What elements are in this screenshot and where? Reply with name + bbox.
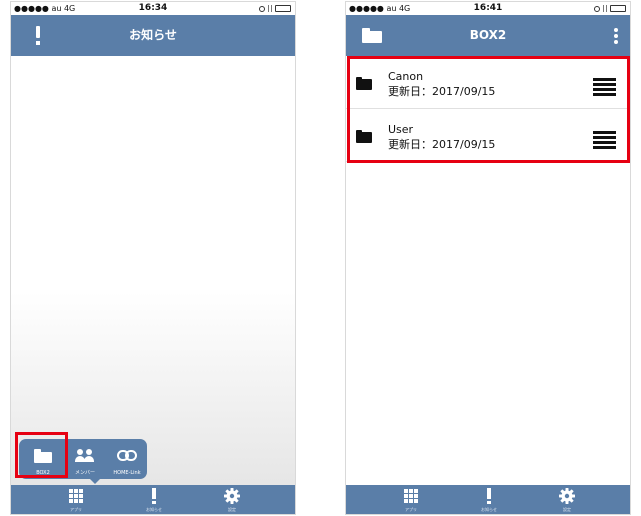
right-phone-screen: ●●●●● au 4G 16:41 BOX2 Canon 更新日：2017/09… [345,1,631,515]
file-list: Canon 更新日：2017/09/15 User 更新日：2017/09/15 [346,56,630,162]
file-updated-date: 更新日：2017/09/15 [388,138,496,151]
popup-item-label: HOME-Link [113,470,141,476]
list-item[interactable]: User 更新日：2017/09/15 [346,109,630,162]
exclamation-icon [149,488,159,504]
status-time: 16:34 [138,3,168,13]
popup-item-members[interactable]: メンバー [65,439,105,479]
tab-bar: アプリ お知らせ 設定 [346,485,630,514]
tab-label: お知らせ [481,507,497,512]
battery-icon [275,5,291,12]
file-name: Canon [388,70,424,83]
notification-content [11,56,295,485]
popup-item-box2[interactable]: BOX2 [23,439,63,479]
popup-item-home-link[interactable]: HOME-Link [107,439,147,479]
header-bar: BOX2 [346,15,630,56]
folder-icon [34,449,52,463]
tab-settings[interactable]: 設定 [207,485,257,514]
link-icon [117,450,137,461]
status-bar: ●●●●● au 4G 16:34 [11,2,295,15]
tab-label: アプリ [405,507,417,512]
app-launcher-popup: BOX2 メンバー HOME-Link [19,439,147,484]
bluetooth-icon [268,5,272,12]
popup-item-label: BOX2 [36,470,50,476]
file-updated-date: 更新日：2017/09/15 [388,85,496,98]
tab-bar: アプリ お知らせ 設定 [11,485,295,514]
popup-item-label: メンバー [74,470,95,476]
file-list-area: Canon 更新日：2017/09/15 User 更新日：2017/09/15 [346,56,630,485]
exclamation-icon [484,488,494,504]
tab-settings[interactable]: 設定 [542,485,592,514]
list-item[interactable]: Canon 更新日：2017/09/15 [346,56,630,109]
menu-icon[interactable] [593,131,616,150]
left-phone-screen: ●●●●● au 4G 16:34 お知らせ BOX2 メンバー HOME-Li… [10,1,296,515]
status-time: 16:41 [473,3,503,13]
header-bar: お知らせ [11,15,295,56]
tab-label: お知らせ [146,507,162,512]
popup-pointer [90,479,100,484]
bluetooth-icon [603,5,607,12]
tab-apps[interactable]: アプリ [51,485,101,514]
folder-icon [356,130,372,143]
orientation-lock-icon [259,5,265,12]
page-title: BOX2 [469,28,507,42]
grid-icon [404,489,418,503]
tab-notifications[interactable]: お知らせ [129,485,179,514]
gear-icon [224,488,240,504]
kebab-menu-icon[interactable] [610,25,622,47]
status-indicators [594,5,626,12]
tab-label: 設定 [563,507,571,512]
orientation-lock-icon [594,5,600,12]
tab-notifications[interactable]: お知らせ [464,485,514,514]
page-title: お知らせ [129,28,177,42]
tab-label: アプリ [70,507,82,512]
file-name: User [388,123,414,136]
gear-icon [559,488,575,504]
status-indicators [259,5,291,12]
tab-apps[interactable]: アプリ [386,485,436,514]
battery-icon [610,5,626,12]
people-icon [75,449,95,463]
status-bar: ●●●●● au 4G 16:41 [346,2,630,15]
tab-label: 設定 [228,507,236,512]
folder-icon [356,77,372,90]
grid-icon [69,489,83,503]
menu-icon[interactable] [593,78,616,97]
